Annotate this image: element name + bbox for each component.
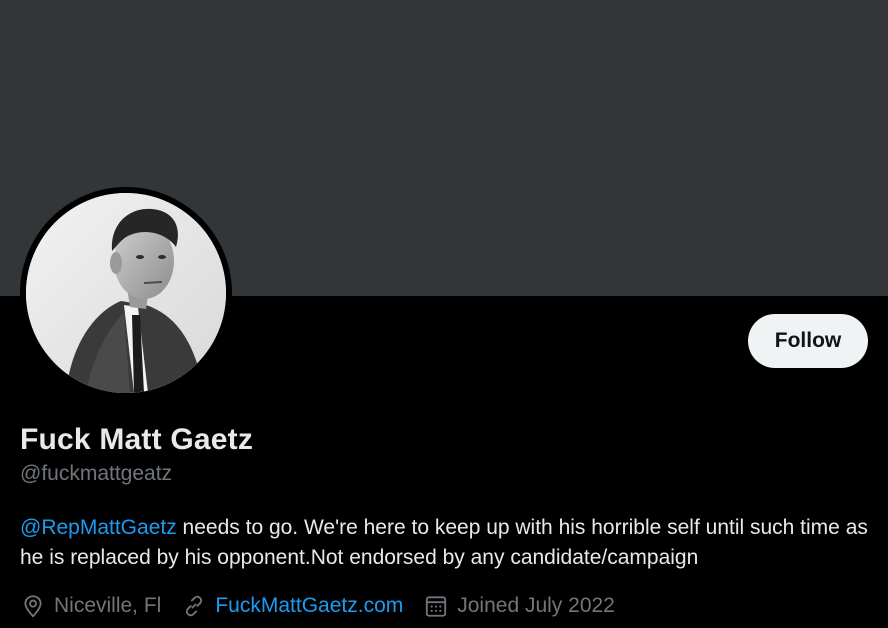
website-link[interactable]: FuckMattGaetz.com [215,594,403,618]
location-text: Niceville, Fl [54,594,162,617]
avatar-border [20,187,232,399]
profile-handle: @fuckmattgeatz [20,462,173,485]
avatar-photo [26,193,226,393]
display-name: Fuck Matt Gaetz [20,423,254,456]
link-icon [181,593,207,619]
profile-meta: Niceville, Fl FuckMattGaetz.com Joined J… [20,591,635,621]
avatar[interactable] [26,193,226,393]
follow-button[interactable]: Follow [748,314,868,368]
profile-bio: @RepMattGaetz needs to go. We're here to… [20,513,870,573]
location-item: Niceville, Fl [20,593,161,619]
bio-mention-link[interactable]: @RepMattGaetz [20,516,177,539]
website-item: FuckMattGaetz.com [181,593,403,619]
location-pin-icon [20,593,46,619]
joined-text: Joined July 2022 [457,594,615,617]
joined-item: Joined July 2022 [423,593,615,619]
profile-page: Follow Fuck Matt Gaetz @fuckmattgeatz @R… [0,0,888,628]
calendar-icon [423,593,449,619]
